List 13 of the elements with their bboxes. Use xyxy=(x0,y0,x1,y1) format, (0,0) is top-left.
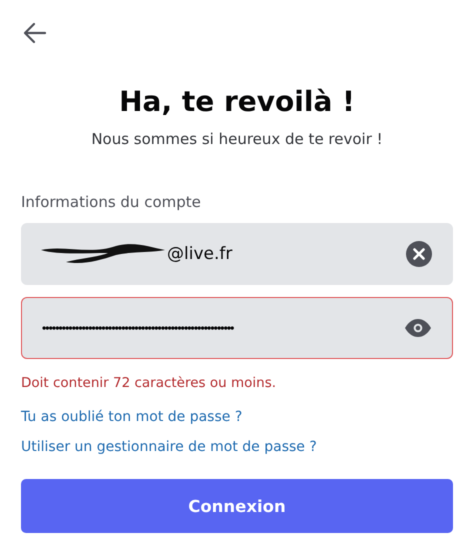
error-message: Doit contenir 72 caractères ou moins. xyxy=(21,375,278,391)
subtitle: Nous sommes si heureux de te revoir ! xyxy=(90,130,384,148)
eye-icon[interactable] xyxy=(404,319,432,337)
section-label: Informations du compte xyxy=(21,193,202,211)
password-field[interactable]: •••••••••••••••••••••••••••••••••••••••••••••••••••••••••• xyxy=(21,297,453,359)
text-link[interactable]: Utiliser un gestionnaire de mot de passe ? xyxy=(21,439,317,455)
back-button[interactable] xyxy=(21,20,49,46)
back-arrow-icon xyxy=(23,22,47,44)
login-button[interactable]: Connexion xyxy=(21,479,453,533)
text-link[interactable]: Tu as oublié ton mot de passe ? xyxy=(21,409,242,425)
clear-icon[interactable] xyxy=(406,241,432,267)
email-field[interactable]: @live.fr xyxy=(21,223,453,285)
page-title: Ha, te revoilà ! xyxy=(118,84,356,120)
